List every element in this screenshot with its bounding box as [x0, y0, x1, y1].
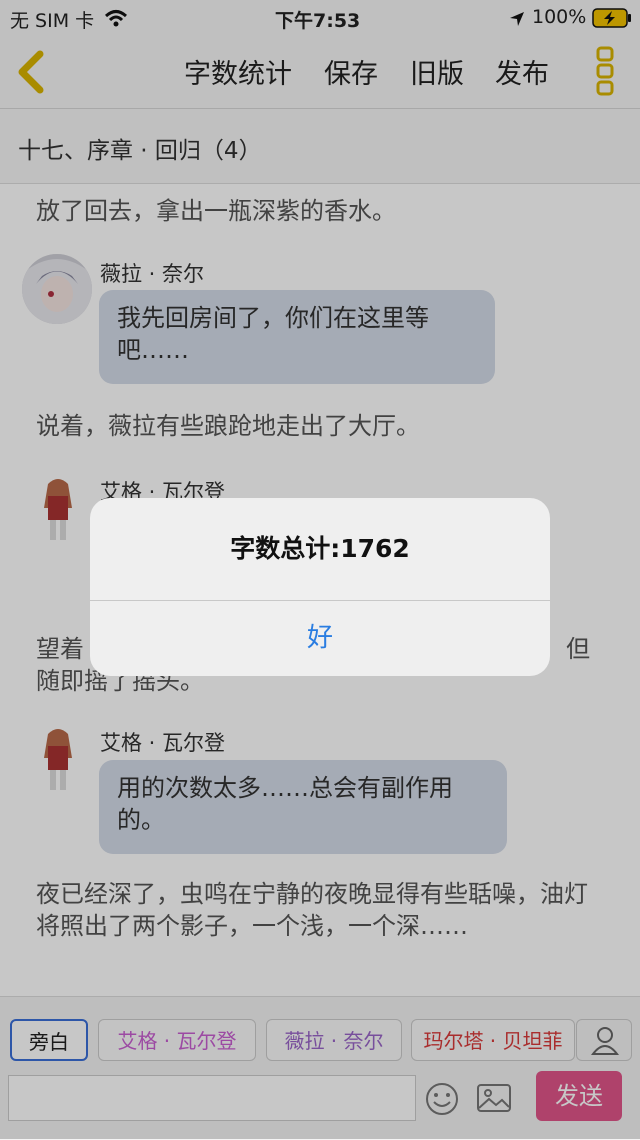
alert-message: 字数总计:1762 — [230, 534, 410, 563]
alert-ok-button[interactable]: 好 — [90, 601, 550, 676]
alert-dialog: 字数总计:1762 好 — [90, 498, 550, 676]
